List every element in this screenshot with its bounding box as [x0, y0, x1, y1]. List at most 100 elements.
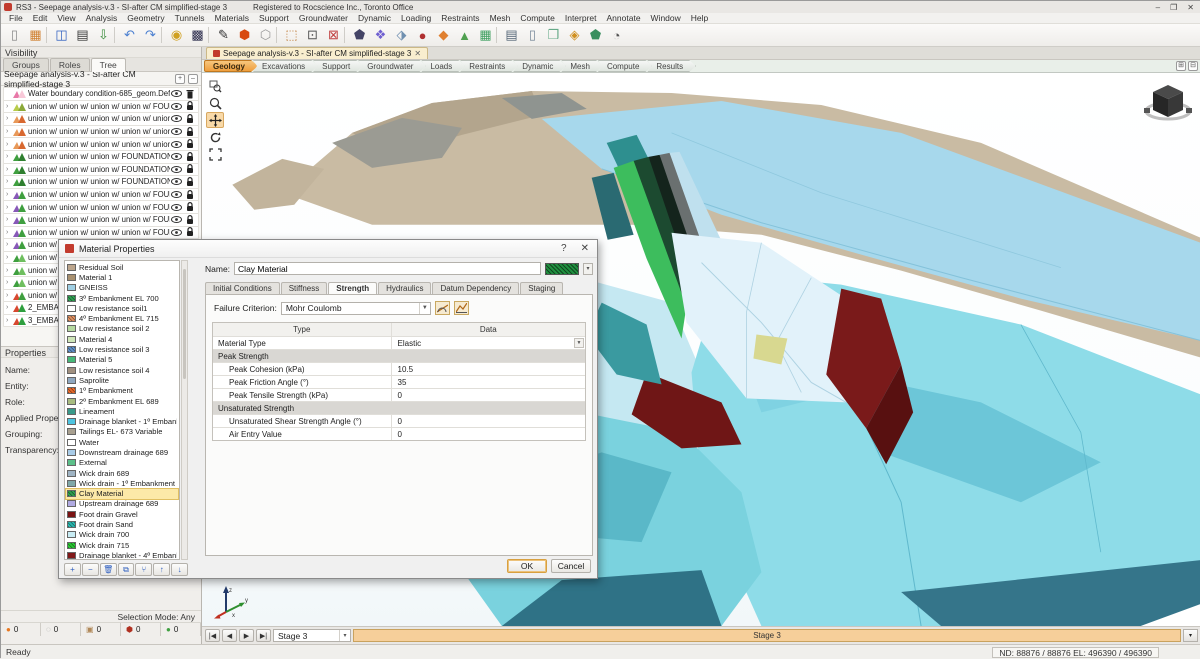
toolbar-icon[interactable]: ◈ — [564, 26, 585, 45]
workflow-tab[interactable]: Mesh — [561, 60, 603, 72]
toolbar-icon[interactable]: ▩ — [187, 26, 208, 45]
workflow-tab[interactable]: Geology — [204, 60, 258, 72]
toolbar-icon[interactable]: ▯ — [522, 26, 543, 45]
toolbar-icon[interactable]: ❖ — [370, 26, 391, 45]
stage-nav-button[interactable]: |◀ — [205, 629, 220, 642]
lock-icon[interactable] — [183, 139, 196, 149]
workflow-tab[interactable]: Groundwater — [358, 60, 426, 72]
toolbar-icon[interactable]: ▦ — [25, 26, 46, 45]
material-tool-button[interactable]: ⑂ — [135, 563, 152, 576]
dialog-tab[interactable]: Hydraulics — [378, 282, 431, 294]
workflow-tab[interactable]: Restraints — [460, 60, 518, 72]
minimize-button[interactable]: – — [1156, 3, 1160, 12]
material-list-item[interactable]: Clay Material — [66, 489, 178, 499]
visibility-eye-icon[interactable] — [170, 90, 183, 97]
expander-icon[interactable]: › — [6, 166, 13, 173]
toolbar-icon[interactable]: ◔ — [606, 26, 627, 45]
document-tab[interactable]: Seepage analysis-v.3 - SI-after CM simpl… — [206, 47, 428, 59]
lock-icon[interactable] — [183, 101, 196, 111]
visibility-eye-icon[interactable] — [170, 141, 183, 148]
expander-icon[interactable]: › — [6, 317, 13, 324]
expander-icon[interactable]: › — [6, 279, 13, 286]
toolbar-icon[interactable]: ⬗ — [391, 26, 412, 45]
fullscreen-icon[interactable] — [206, 146, 224, 162]
material-name-input[interactable] — [234, 262, 541, 275]
tree-row[interactable]: › union w/ union w/ union w/ union w/ FO… — [3, 100, 199, 114]
visibility-eye-icon[interactable] — [170, 115, 183, 122]
table-cell-data[interactable]: 10.5 ▼ — [392, 363, 585, 375]
tree-row[interactable]: › union w/ union w/ union w/ union w/ FO… — [3, 200, 199, 214]
lock-icon[interactable] — [183, 190, 196, 200]
stage-nav-button[interactable]: ◀ — [222, 629, 237, 642]
toolbar-icon[interactable]: ⊡ — [302, 26, 323, 45]
material-tool-button[interactable]: 🗑 — [100, 563, 117, 576]
material-tool-button[interactable]: + — [64, 563, 81, 576]
expander-icon[interactable]: › — [6, 254, 13, 261]
pan-icon[interactable] — [206, 112, 224, 128]
material-list-item[interactable]: Upstream drainage 689 — [66, 499, 178, 509]
layout-grid-icon[interactable]: ⊞ — [1176, 61, 1186, 71]
material-tool-button[interactable]: ↓ — [171, 563, 188, 576]
workflow-tab[interactable]: Support — [313, 60, 363, 72]
menu-item[interactable]: Restraints — [436, 13, 484, 23]
collapse-all-icon[interactable]: – — [188, 74, 198, 84]
zoom-window-icon[interactable] — [206, 78, 224, 94]
menu-item[interactable]: Tunnels — [170, 13, 210, 23]
expander-icon[interactable]: › — [6, 103, 13, 110]
ok-button[interactable]: OK — [507, 559, 547, 573]
expander-icon[interactable]: › — [6, 304, 13, 311]
toolbar-icon[interactable]: ◆ — [433, 26, 454, 45]
toolbar-icon[interactable]: ⬟ — [585, 26, 606, 45]
table-cell-data[interactable]: 0 ▼ — [392, 389, 585, 401]
material-list-item[interactable]: Low resistance soil 4 — [66, 365, 178, 375]
expander-icon[interactable]: › — [6, 153, 13, 160]
table-cell-data[interactable]: Elastic ▼ — [392, 337, 585, 349]
toolbar-icon[interactable]: ⬟ — [349, 26, 370, 45]
tree-row[interactable]: › union w/ union w/ union w/ union w/ FO… — [3, 213, 199, 227]
material-list-item[interactable]: Low resistance soil1 — [66, 303, 178, 313]
lock-icon[interactable] — [183, 215, 196, 225]
menu-item[interactable]: Dynamic — [353, 13, 396, 23]
material-list-item[interactable]: Foot drain Gravel — [66, 509, 178, 519]
stage-nav-button[interactable]: ▶ — [239, 629, 254, 642]
workflow-tab[interactable]: Excavations — [253, 60, 318, 72]
visibility-eye-icon[interactable] — [170, 166, 183, 173]
tree-row[interactable]: › union w/ union w/ union w/ FOUNDATION.… — [3, 175, 199, 189]
toolbar-icon[interactable]: ↶ — [119, 26, 140, 45]
swatch-dropdown-icon[interactable]: ▾ — [583, 263, 593, 275]
material-tool-button[interactable]: − — [82, 563, 99, 576]
visibility-eye-icon[interactable] — [170, 191, 183, 198]
toolbar-icon[interactable]: ◉ — [166, 26, 187, 45]
menu-item[interactable]: Analysis — [81, 13, 123, 23]
menu-item[interactable]: Window — [646, 13, 686, 23]
expander-icon[interactable]: › — [6, 292, 13, 299]
material-list-item[interactable]: Material 1 — [66, 272, 178, 282]
visibility-eye-icon[interactable] — [170, 216, 183, 223]
menu-item[interactable]: Mesh — [485, 13, 516, 23]
workflow-tab[interactable]: Dynamic — [513, 60, 566, 72]
menu-item[interactable]: Loading — [396, 13, 436, 23]
tree-row[interactable]: › union w/ union w/ union w/ union w/ FO… — [3, 226, 199, 240]
expander-icon[interactable]: › — [6, 128, 13, 135]
dialog-tab[interactable]: Initial Conditions — [205, 282, 280, 294]
toolbar-icon[interactable]: ✎ — [213, 26, 234, 45]
document-tab-close-icon[interactable]: ✕ — [414, 49, 421, 58]
expander-icon[interactable]: › — [6, 178, 13, 185]
menu-item[interactable]: File — [4, 13, 28, 23]
toolbar-icon[interactable]: ⬚ — [281, 26, 302, 45]
material-list-item[interactable]: Low resistance soil 2 — [66, 324, 178, 334]
rotate-icon[interactable] — [206, 129, 224, 145]
menu-item[interactable]: Edit — [28, 13, 53, 23]
material-tool-button[interactable]: ↑ — [153, 563, 170, 576]
menu-item[interactable]: Materials — [210, 13, 254, 23]
material-list-item[interactable]: Wick drain 689 — [66, 468, 178, 478]
lock-icon[interactable] — [183, 152, 196, 162]
chevron-down-icon[interactable]: ▼ — [574, 338, 584, 348]
material-list-item[interactable]: 1º Embankment — [66, 386, 178, 396]
lock-icon[interactable] — [183, 202, 196, 212]
mohr-circle-icon[interactable] — [435, 301, 450, 315]
menu-item[interactable]: View — [52, 13, 80, 23]
toolbar-icon[interactable]: ⇩ — [93, 26, 114, 45]
stage-nav-button[interactable]: ▶| — [256, 629, 271, 642]
toolbar-icon[interactable]: ◫ — [51, 26, 72, 45]
